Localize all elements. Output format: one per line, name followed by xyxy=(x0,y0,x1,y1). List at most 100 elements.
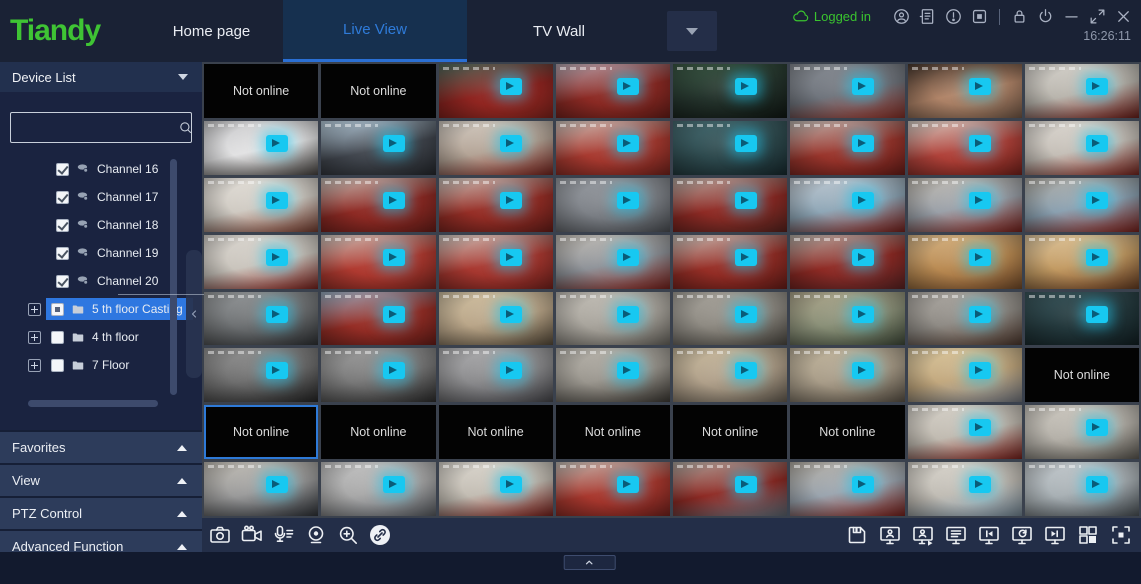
video-tile[interactable] xyxy=(204,235,318,289)
lock-button[interactable] xyxy=(1010,7,1029,26)
video-tile[interactable] xyxy=(790,121,904,175)
video-tile-offline[interactable]: Not online xyxy=(556,405,670,459)
more-tabs-dropdown-button[interactable] xyxy=(667,11,717,51)
video-tile[interactable] xyxy=(204,178,318,232)
video-tile[interactable] xyxy=(321,178,435,232)
video-tile[interactable] xyxy=(556,121,670,175)
tab-live-view[interactable]: Live View xyxy=(283,0,467,62)
search-button[interactable] xyxy=(178,120,193,135)
video-tile[interactable] xyxy=(790,292,904,346)
screen-next-button[interactable] xyxy=(1043,523,1067,547)
video-tile[interactable] xyxy=(439,292,553,346)
video-tile[interactable] xyxy=(908,121,1022,175)
power-button[interactable] xyxy=(1036,7,1055,26)
video-tile[interactable] xyxy=(790,348,904,402)
video-tile[interactable] xyxy=(321,462,435,516)
video-tile[interactable] xyxy=(1025,462,1139,516)
video-tile-offline[interactable]: Not online xyxy=(1025,348,1139,402)
video-tile-offline[interactable]: Not online xyxy=(439,405,553,459)
video-tile[interactable] xyxy=(556,235,670,289)
ptz-dome-button[interactable] xyxy=(304,523,328,547)
video-tile[interactable] xyxy=(790,462,904,516)
video-tile[interactable] xyxy=(556,462,670,516)
expand-panel-button[interactable] xyxy=(563,555,615,570)
tree-vertical-scrollbar[interactable] xyxy=(170,159,177,395)
video-tile[interactable] xyxy=(673,292,787,346)
video-tile[interactable] xyxy=(321,235,435,289)
link-button[interactable] xyxy=(368,523,392,547)
video-tile[interactable] xyxy=(1025,235,1139,289)
video-tile-offline[interactable]: Not online xyxy=(673,405,787,459)
fullscreen-button[interactable] xyxy=(1109,523,1133,547)
minimize-button[interactable] xyxy=(1062,7,1081,26)
tab-tv-wall[interactable]: TV Wall xyxy=(467,0,651,62)
video-tile[interactable] xyxy=(673,64,787,118)
channel-checkbox[interactable] xyxy=(56,219,69,232)
video-tile[interactable] xyxy=(439,462,553,516)
snapshot-button[interactable] xyxy=(208,523,232,547)
channel-checkbox[interactable] xyxy=(56,247,69,260)
video-tile[interactable] xyxy=(908,292,1022,346)
panel-ptz-control[interactable]: PTZ Control xyxy=(0,496,202,529)
video-tile-offline[interactable]: Not online xyxy=(204,405,318,459)
video-tile[interactable] xyxy=(204,121,318,175)
video-tile[interactable] xyxy=(1025,178,1139,232)
screen-prev-button[interactable] xyxy=(977,523,1001,547)
video-tile[interactable] xyxy=(1025,121,1139,175)
video-tile[interactable] xyxy=(321,121,435,175)
video-tile[interactable] xyxy=(908,64,1022,118)
video-tile[interactable] xyxy=(908,405,1022,459)
account-button[interactable] xyxy=(892,7,911,26)
video-tile[interactable] xyxy=(556,64,670,118)
video-tile-offline[interactable]: Not online xyxy=(204,64,318,118)
expand-plus-icon[interactable] xyxy=(28,331,41,344)
video-tile[interactable] xyxy=(556,178,670,232)
video-tile-offline[interactable]: Not online xyxy=(790,405,904,459)
video-tile[interactable] xyxy=(908,178,1022,232)
screen-carousel-button[interactable] xyxy=(1010,523,1034,547)
video-tile[interactable] xyxy=(321,348,435,402)
video-tile[interactable] xyxy=(908,235,1022,289)
video-tile[interactable] xyxy=(556,348,670,402)
video-tile[interactable] xyxy=(673,235,787,289)
event-log-button[interactable] xyxy=(918,7,937,26)
channel-checkbox[interactable] xyxy=(56,275,69,288)
screen-user-button[interactable] xyxy=(878,523,902,547)
video-tile[interactable] xyxy=(204,348,318,402)
video-tile[interactable] xyxy=(1025,405,1139,459)
folder-checkbox[interactable] xyxy=(51,359,64,372)
video-tile[interactable] xyxy=(439,121,553,175)
channel-checkbox[interactable] xyxy=(56,163,69,176)
video-tile[interactable] xyxy=(673,462,787,516)
video-tile[interactable] xyxy=(1025,64,1139,118)
digital-zoom-button[interactable] xyxy=(336,523,360,547)
alarm-info-button[interactable] xyxy=(944,7,963,26)
expand-plus-icon[interactable] xyxy=(28,303,41,316)
folder-checkbox[interactable] xyxy=(51,331,64,344)
screen-play-button[interactable] xyxy=(911,523,935,547)
search-input[interactable] xyxy=(11,113,178,142)
video-tile[interactable] xyxy=(790,178,904,232)
video-tile[interactable] xyxy=(439,235,553,289)
folder-checkbox[interactable] xyxy=(51,303,64,316)
video-tile[interactable] xyxy=(439,348,553,402)
screen-list-button[interactable] xyxy=(944,523,968,547)
video-tile[interactable] xyxy=(1025,292,1139,346)
split-layout-button[interactable] xyxy=(1076,523,1100,547)
channel-checkbox[interactable] xyxy=(56,191,69,204)
panel-favorites[interactable]: Favorites xyxy=(0,430,202,463)
video-tile[interactable] xyxy=(673,348,787,402)
sidebar-collapse-handle[interactable] xyxy=(186,250,202,378)
panel-view[interactable]: View xyxy=(0,463,202,496)
record-button[interactable] xyxy=(240,523,264,547)
video-tile[interactable] xyxy=(790,64,904,118)
tree-horizontal-scrollbar[interactable] xyxy=(28,400,158,407)
device-list-header[interactable]: Device List xyxy=(0,62,202,92)
video-tile[interactable] xyxy=(556,292,670,346)
video-tile[interactable] xyxy=(908,348,1022,402)
video-tile[interactable] xyxy=(204,292,318,346)
talk-button[interactable] xyxy=(272,523,296,547)
panel-button[interactable] xyxy=(970,7,989,26)
video-tile[interactable] xyxy=(204,462,318,516)
video-tile[interactable] xyxy=(790,235,904,289)
